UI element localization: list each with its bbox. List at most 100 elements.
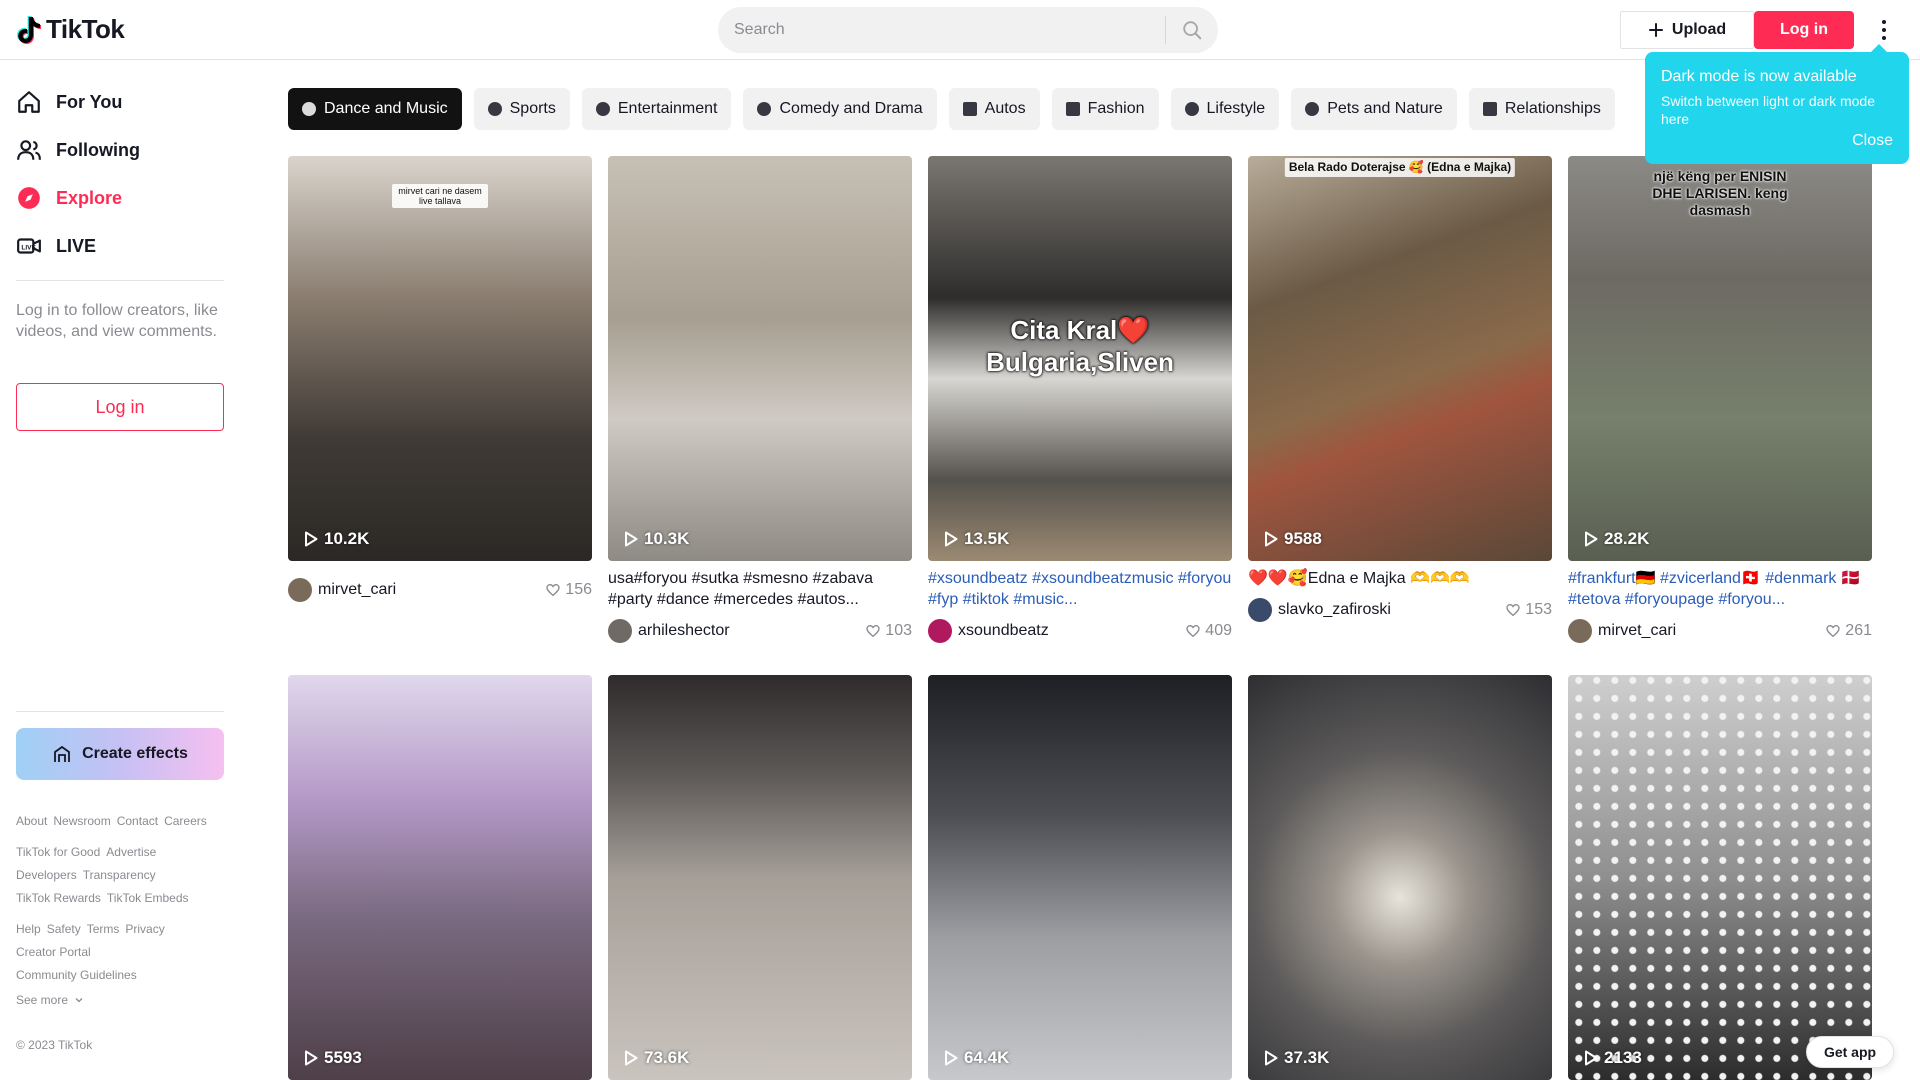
play-icon bbox=[1585, 531, 1598, 547]
footer-link[interactable]: Help bbox=[16, 922, 41, 936]
nav-for-you[interactable]: For You bbox=[16, 80, 122, 124]
avatar[interactable] bbox=[288, 578, 312, 602]
category-lifestyle[interactable]: Lifestyle bbox=[1170, 88, 1280, 130]
footer-links: Community Guidelines bbox=[16, 968, 137, 982]
leaf-icon bbox=[1305, 102, 1320, 116]
avatar[interactable] bbox=[928, 619, 952, 643]
search-button[interactable] bbox=[1166, 7, 1218, 53]
video-thumbnail[interactable]: 64.4K bbox=[928, 675, 1232, 1080]
username[interactable]: slavko_zafiroski bbox=[1278, 601, 1505, 619]
category-sports[interactable]: Sports bbox=[473, 88, 570, 130]
video-thumbnail[interactable]: 10.3K bbox=[608, 156, 912, 561]
video-thumbnail[interactable]: 2133 bbox=[1568, 675, 1872, 1080]
footer-link[interactable]: Transparency bbox=[83, 868, 156, 882]
footer-link[interactable]: TikTok for Good bbox=[16, 845, 100, 859]
footer-link[interactable]: Contact bbox=[117, 814, 158, 828]
like-count-text: 409 bbox=[1205, 622, 1232, 639]
video-description[interactable]: ❤️❤️🥰Edna e Majka 🫶🫶🫶 bbox=[1248, 568, 1552, 589]
video-meta: slavko_zafiroski 153 bbox=[1248, 598, 1552, 622]
category-fashion[interactable]: Fashion bbox=[1051, 88, 1159, 130]
chevron-down-icon bbox=[75, 998, 83, 1003]
video-thumbnail[interactable]: mirvet cari ne dasem live tallava 10.2K bbox=[288, 156, 592, 561]
username[interactable]: xsoundbeatz bbox=[958, 622, 1185, 640]
live-camera-icon: LIVE bbox=[17, 238, 41, 254]
footer-links: TikTok for Good Advertise bbox=[16, 845, 156, 859]
category-label: Pets and Nature bbox=[1327, 100, 1443, 117]
avatar[interactable] bbox=[608, 619, 632, 643]
see-more-toggle[interactable]: See more bbox=[16, 993, 84, 1007]
footer-link[interactable]: Terms bbox=[87, 922, 120, 936]
view-count: 10.3K bbox=[624, 529, 689, 549]
video-thumbnail[interactable]: një këng per ENISIN DHE LARISEN. keng da… bbox=[1568, 156, 1872, 561]
video-description[interactable]: usa#foryou #sutka #smesno #zabava #party… bbox=[608, 568, 912, 610]
like-count: 156 bbox=[545, 581, 592, 599]
upload-button[interactable]: Upload bbox=[1620, 11, 1754, 49]
view-count-text: 5593 bbox=[324, 1048, 362, 1067]
tooltip-close-button[interactable]: Close bbox=[1852, 132, 1893, 150]
category-dance-and-music[interactable]: Dance and Music bbox=[288, 88, 462, 130]
bag-icon bbox=[1065, 102, 1080, 116]
like-count: 261 bbox=[1825, 622, 1872, 640]
username[interactable]: mirvet_cari bbox=[1598, 622, 1825, 640]
view-count-text: 37.3K bbox=[1284, 1048, 1330, 1067]
category-label: Relationships bbox=[1504, 100, 1601, 117]
category-entertainment[interactable]: Entertainment bbox=[581, 88, 732, 130]
footer-links: TikTok Rewards TikTok Embeds bbox=[16, 891, 189, 905]
video-thumbnail[interactable]: Bela Rado Doterajse 🥰 (Edna e Majka) 958… bbox=[1248, 156, 1552, 561]
tiktok-logo[interactable]: TikTok bbox=[16, 14, 125, 45]
video-thumbnail[interactable]: 37.3K bbox=[1248, 675, 1552, 1080]
heart-house-icon bbox=[1482, 102, 1497, 116]
avatar[interactable] bbox=[1248, 598, 1272, 622]
category-label: Comedy and Drama bbox=[779, 100, 923, 117]
more-options-icon[interactable] bbox=[1872, 14, 1896, 46]
nav-explore[interactable]: Explore bbox=[16, 176, 122, 220]
get-app-button[interactable]: Get app bbox=[1806, 1036, 1894, 1068]
sidebar-login-button[interactable]: Log in bbox=[16, 383, 224, 431]
play-icon bbox=[945, 1050, 958, 1066]
view-count: 37.3K bbox=[1264, 1048, 1329, 1068]
username[interactable]: arhileshector bbox=[638, 622, 865, 640]
category-label: Autos bbox=[984, 100, 1026, 117]
video-thumbnail[interactable]: 73.6K bbox=[608, 675, 912, 1080]
video-thumbnail[interactable]: Cita Kral❤️ Bulgaria,Sliven 13.5K bbox=[928, 156, 1232, 561]
heart-icon bbox=[1826, 624, 1840, 638]
nav-live[interactable]: LIVE LIVE bbox=[16, 224, 96, 268]
avatar[interactable] bbox=[1568, 619, 1592, 643]
footer-link[interactable]: Advertise bbox=[106, 845, 156, 859]
footer-link[interactable]: TikTok Rewards bbox=[16, 891, 101, 905]
category-pets-and-nature[interactable]: Pets and Nature bbox=[1291, 88, 1457, 130]
header-login-button[interactable]: Log in bbox=[1754, 11, 1854, 49]
view-count-text: 73.6K bbox=[644, 1048, 690, 1067]
view-count-text: 2133 bbox=[1604, 1048, 1642, 1067]
view-count: 9588 bbox=[1264, 529, 1322, 549]
footer-link[interactable]: Community Guidelines bbox=[16, 968, 137, 982]
footer-link[interactable]: Developers bbox=[16, 868, 77, 882]
tooltip-title: Dark mode is now available bbox=[1661, 68, 1857, 85]
search-input[interactable] bbox=[718, 7, 1165, 53]
create-effects-button[interactable]: Create effects bbox=[16, 728, 224, 780]
video-description[interactable]: #frankfurt🇩🇪 #zvicerland🇨🇭 #denmark 🇩🇰 #… bbox=[1568, 568, 1872, 610]
like-count: 103 bbox=[865, 622, 912, 640]
tiktok-note-icon bbox=[17, 15, 41, 44]
nav-label: Explore bbox=[56, 187, 123, 208]
footer-link[interactable]: Careers bbox=[164, 814, 207, 828]
footer-link[interactable]: Privacy bbox=[125, 922, 164, 936]
category-tabs: Dance and Music Sports Entertainment Com… bbox=[288, 88, 1615, 130]
category-autos[interactable]: Autos bbox=[948, 88, 1040, 130]
username[interactable]: mirvet_cari bbox=[318, 581, 545, 599]
category-comedy-and-drama[interactable]: Comedy and Drama bbox=[743, 88, 937, 130]
video-description[interactable]: #xsoundbeatz #xsoundbeatzmusic #foryou #… bbox=[928, 568, 1232, 610]
footer-link[interactable]: Newsroom bbox=[53, 814, 110, 828]
video-thumbnail[interactable]: 5593 bbox=[288, 675, 592, 1080]
effects-house-icon bbox=[54, 745, 70, 762]
nav-following[interactable]: Following bbox=[16, 128, 140, 172]
footer-link[interactable]: Creator Portal bbox=[16, 945, 91, 959]
footer-link[interactable]: TikTok Embeds bbox=[107, 891, 189, 905]
footer-link[interactable]: About bbox=[16, 814, 47, 828]
video-meta: mirvet_cari 261 bbox=[1568, 619, 1872, 643]
compass-icon bbox=[18, 187, 40, 209]
footer-link[interactable]: Safety bbox=[47, 922, 81, 936]
smile-icon bbox=[757, 102, 772, 116]
video-meta: arhileshector 103 bbox=[608, 619, 912, 643]
category-relationships[interactable]: Relationships bbox=[1468, 88, 1615, 130]
